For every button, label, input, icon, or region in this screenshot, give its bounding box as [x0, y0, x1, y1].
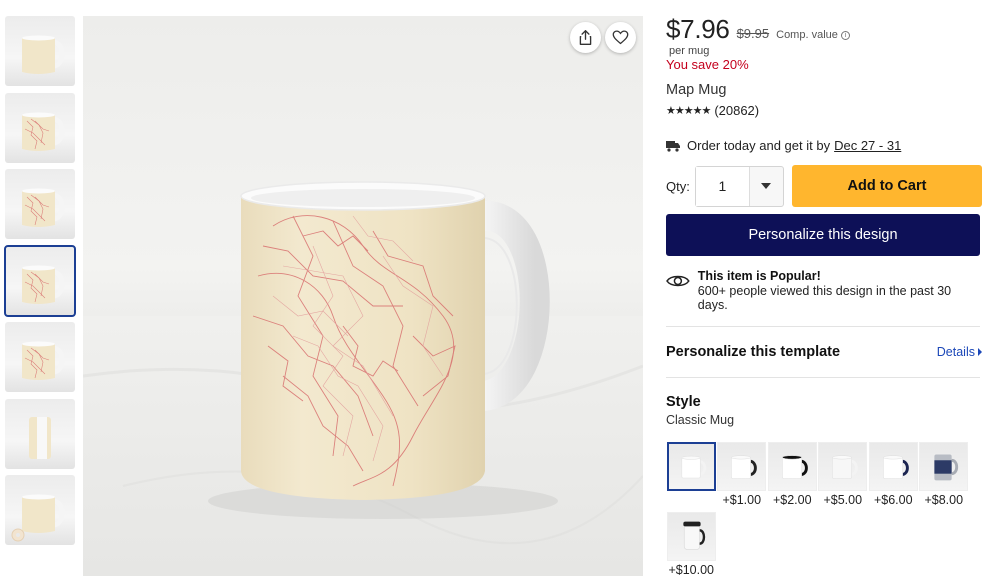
- thumbnail-2[interactable]: [5, 92, 75, 163]
- personalize-design-button[interactable]: Personalize this design: [666, 214, 980, 256]
- mug-icon: [934, 454, 959, 481]
- comp-value: Comp. value i: [776, 29, 850, 41]
- mug-photo: [83, 181, 643, 576]
- mug-thumbnail-icon: [22, 112, 65, 151]
- mug-swatch-image: [868, 442, 918, 491]
- popular-notice: This item is Popular! 600+ people viewed…: [666, 269, 982, 312]
- delivery-text: Order today and get it by: [687, 138, 831, 153]
- style-option-travel[interactable]: +$10.00: [666, 512, 717, 578]
- style-option-price: +$1.00: [722, 493, 762, 507]
- review-count[interactable]: (20862): [714, 103, 759, 118]
- eye-icon: [666, 275, 690, 287]
- mug-swatch-image: [666, 442, 716, 491]
- style-option-stein[interactable]: +$8.00: [919, 442, 970, 508]
- mug-icon: [731, 455, 758, 479]
- thumbnail-strip: [4, 16, 77, 552]
- sale-price: $7.96: [666, 14, 730, 44]
- style-swatches: +$1.00 +$2.00 +$5.00 +$6.00 +$8.00 +$10.00: [666, 442, 976, 578]
- add-to-cart-button[interactable]: Add to Cart: [791, 165, 982, 207]
- thumbnail-7[interactable]: [5, 475, 75, 545]
- rating[interactable]: ★★★★★ (20862): [666, 103, 982, 118]
- product-title: Map Mug: [666, 82, 727, 98]
- comp-value-label: Comp. value: [776, 29, 838, 41]
- quantity-label: Qty:: [666, 178, 690, 194]
- thumbnail-6[interactable]: [5, 398, 75, 469]
- price-row: $7.96 $9.95 Comp. value i: [666, 14, 982, 45]
- per-unit-label: per mug: [669, 45, 710, 57]
- details-link[interactable]: Details: [937, 345, 982, 359]
- truck-icon: [666, 140, 680, 152]
- popular-text: 600+ people viewed this design in the pa…: [697, 284, 952, 312]
- delivery-estimate: Order today and get it by Dec 27 - 31: [666, 138, 982, 153]
- caret-right-icon: [978, 348, 982, 356]
- original-price: $9.95: [736, 26, 770, 41]
- favorite-button[interactable]: [605, 22, 636, 53]
- mug-swatch-image: [717, 442, 767, 491]
- template-title: Personalize this template: [666, 344, 841, 360]
- style-option-price: +$2.00: [772, 493, 812, 507]
- style-option-black-inside[interactable]: +$2.00: [767, 442, 818, 508]
- mug-icon: [882, 455, 909, 479]
- mug-swatch-image: [818, 442, 868, 491]
- mug-swatch-image: [767, 442, 817, 491]
- delivery-date-link[interactable]: Dec 27 - 31: [834, 138, 901, 153]
- style-selected-value: Classic Mug: [666, 413, 735, 427]
- mug-icon: [832, 455, 859, 479]
- mug-icon: [781, 455, 808, 479]
- savings-text: You save 20%: [666, 57, 749, 72]
- mug-thumbnail-icon: [11, 494, 65, 542]
- mug-swatch-image: [919, 442, 969, 491]
- style-option-price: +$6.00: [873, 493, 913, 507]
- thumbnail-5[interactable]: [5, 322, 75, 392]
- mug-thumbnail-icon: [22, 341, 65, 380]
- style-option-price: +$10.00: [668, 563, 715, 577]
- quantity-select[interactable]: 1: [694, 165, 784, 207]
- product-info-panel: $7.96 $9.95 Comp. value i per mug You sa…: [666, 14, 982, 578]
- info-icon[interactable]: i: [840, 30, 850, 40]
- thumbnail-4[interactable]: [4, 244, 76, 317]
- chevron-down-icon[interactable]: [750, 183, 783, 189]
- share-icon: [579, 30, 592, 45]
- style-option-white-large[interactable]: +$5.00: [818, 442, 869, 508]
- thumbnail-3[interactable]: [5, 169, 75, 239]
- style-option-price: +$5.00: [823, 493, 863, 507]
- details-link-label: Details: [936, 345, 975, 359]
- quantity-row: Qty: 1 Add to Cart: [666, 165, 982, 207]
- product-main-image: [83, 16, 643, 576]
- divider: [666, 377, 980, 378]
- share-button[interactable]: [570, 22, 601, 53]
- mug-thumbnail-icon: [22, 35, 65, 74]
- mug-swatch-image: [666, 512, 716, 561]
- mug-thumbnail-icon: [29, 416, 51, 459]
- mug-thumbnail-icon: [22, 265, 65, 304]
- personalize-template-row: Personalize this template Details: [666, 327, 982, 377]
- thumbnail-1[interactable]: [5, 16, 75, 86]
- mug-icon: [683, 521, 705, 550]
- popular-title: This item is Popular!: [697, 269, 821, 283]
- mug-thumbnail-icon: [22, 188, 65, 227]
- style-option-black-handle[interactable]: +$1.00: [717, 442, 768, 508]
- style-option-navy-handle[interactable]: +$6.00: [868, 442, 919, 508]
- star-rating-icon: ★★★★★: [666, 105, 711, 117]
- style-title: Style: [666, 394, 701, 410]
- mug-icon: [681, 455, 706, 479]
- quantity-value[interactable]: 1: [695, 166, 750, 206]
- heart-icon: [612, 30, 629, 45]
- style-option-price: +$8.00: [924, 493, 964, 507]
- style-option-classic[interactable]: [666, 442, 717, 508]
